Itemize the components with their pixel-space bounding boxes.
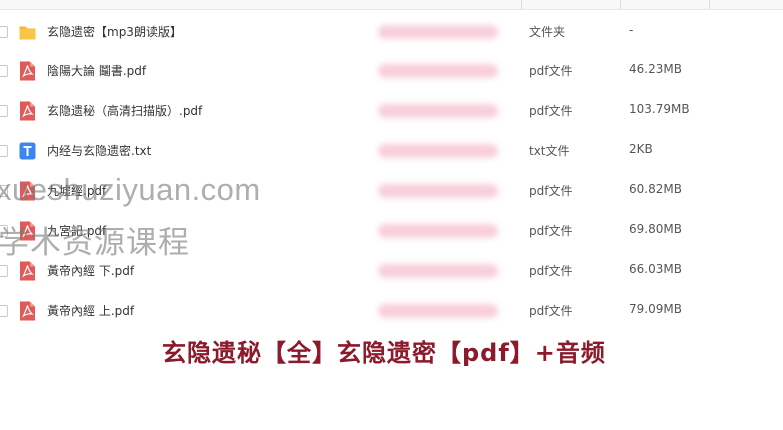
pdf-icon <box>20 221 35 241</box>
file-type: pdf文件 <box>529 304 573 318</box>
txt-icon <box>19 142 36 160</box>
redacted-blur <box>378 184 498 198</box>
pdf-icon <box>20 301 35 321</box>
file-name[interactable]: 内经与玄隐遗密.txt <box>47 142 151 159</box>
row-checkbox[interactable] <box>0 265 8 277</box>
file-type: pdf文件 <box>529 224 573 238</box>
redacted-blur <box>378 25 498 39</box>
pdf-icon <box>20 101 35 121</box>
column-divider[interactable] <box>620 0 621 9</box>
redacted-blur <box>378 264 498 278</box>
row-checkbox[interactable] <box>0 105 8 117</box>
file-row[interactable]: 黃帝內經 下.pdf pdf文件 66.03MB <box>0 251 783 291</box>
file-type: pdf文件 <box>529 264 573 278</box>
folder-icon <box>19 26 36 40</box>
redacted-blur <box>378 304 498 318</box>
file-name[interactable]: 黃帝內經 上.pdf <box>47 302 134 319</box>
file-row[interactable]: 九墟經.pdf pdf文件 60.82MB <box>0 171 783 211</box>
redacted-blur <box>378 64 498 78</box>
file-name[interactable]: 黃帝內經 下.pdf <box>47 262 134 279</box>
file-row[interactable]: 九宮記.pdf pdf文件 69.80MB <box>0 211 783 251</box>
file-size: 60.82MB <box>629 182 682 196</box>
redacted-blur <box>378 144 498 158</box>
file-size: 66.03MB <box>629 262 682 276</box>
pdf-icon <box>20 61 35 81</box>
file-size: 69.80MB <box>629 222 682 236</box>
file-type: txt文件 <box>529 144 570 158</box>
file-type: pdf文件 <box>529 104 573 118</box>
row-checkbox[interactable] <box>0 65 8 77</box>
file-row[interactable]: 陰陽大論 鬮書.pdf pdf文件 46.23MB <box>0 51 783 91</box>
file-type: 文件夹 <box>529 25 566 39</box>
file-type: pdf文件 <box>529 64 573 78</box>
file-type: pdf文件 <box>529 184 573 198</box>
file-size: - <box>629 23 634 37</box>
promo-caption: 玄隐遗秘【全】玄隐遗密【pdf】+音频 <box>162 339 606 367</box>
row-checkbox[interactable] <box>0 185 8 197</box>
file-row[interactable]: 玄隐遗密【mp3朗读版】 文件夹 - <box>0 12 783 52</box>
file-size: 2KB <box>629 142 653 156</box>
row-checkbox[interactable] <box>0 145 8 157</box>
file-name[interactable]: 九宮記.pdf <box>47 222 106 239</box>
column-header-bar <box>0 0 783 10</box>
file-row[interactable]: 内经与玄隐遗密.txt txt文件 2KB <box>0 131 783 171</box>
pdf-icon <box>20 181 35 201</box>
file-row[interactable]: 玄隐遗秘（高清扫描版）.pdf pdf文件 103.79MB <box>0 91 783 131</box>
file-row[interactable]: 黃帝內經 上.pdf pdf文件 79.09MB <box>0 291 783 331</box>
redacted-blur <box>378 104 498 118</box>
file-name[interactable]: 陰陽大論 鬮書.pdf <box>47 62 146 79</box>
file-name[interactable]: 玄隐遗秘（高清扫描版）.pdf <box>47 102 202 119</box>
column-divider[interactable] <box>709 0 710 9</box>
file-size: 79.09MB <box>629 302 682 316</box>
pdf-icon <box>20 261 35 281</box>
file-name[interactable]: 玄隐遗密【mp3朗读版】 <box>47 23 182 40</box>
row-checkbox[interactable] <box>0 305 8 317</box>
redacted-blur <box>378 224 498 238</box>
file-size: 46.23MB <box>629 62 682 76</box>
file-name[interactable]: 九墟經.pdf <box>47 182 106 199</box>
row-checkbox[interactable] <box>0 225 8 237</box>
file-size: 103.79MB <box>629 102 690 116</box>
row-checkbox[interactable] <box>0 26 8 38</box>
column-divider[interactable] <box>521 0 522 9</box>
